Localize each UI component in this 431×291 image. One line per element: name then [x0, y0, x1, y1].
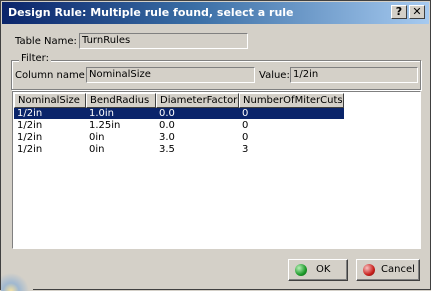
value-label: Value:: [259, 70, 290, 81]
cancel-icon: [363, 264, 375, 276]
column-name-field: NominalSize: [86, 67, 255, 83]
table-cell: 3: [242, 144, 249, 155]
table-cell: 1.25in: [89, 120, 121, 131]
close-button[interactable]: ✕: [409, 5, 425, 19]
column-header-bendradius[interactable]: BendRadius: [86, 93, 156, 108]
table-cell: 0in: [89, 144, 105, 155]
table-cell: 3.5: [159, 144, 175, 155]
table-cell: 1.0in: [89, 108, 115, 119]
table-row[interactable]: 1/2in 0in 3.0 0: [14, 132, 344, 143]
table-cell: 3.0: [159, 132, 175, 143]
column-header-diameterfactor[interactable]: DiameterFactor: [156, 93, 239, 108]
table-row[interactable]: 1/2in 1.25in 0.0 0: [14, 120, 344, 131]
table-row[interactable]: 1/2in 0in 3.5 3: [14, 144, 344, 155]
table-cell: 0in: [89, 132, 105, 143]
ok-label: OK: [316, 264, 331, 275]
table-cell: 1/2in: [17, 144, 43, 155]
design-rule-dialog: Design Rule: Multiple rule found, select…: [0, 0, 431, 291]
table-cell: 1/2in: [17, 120, 43, 131]
table-row[interactable]: 1/2in 1.0in 0.0 0: [14, 108, 344, 119]
ok-button[interactable]: OK: [288, 259, 348, 281]
table-cell: 1/2in: [17, 132, 43, 143]
table-cell: 0.0: [159, 108, 175, 119]
value-field: 1/2in: [290, 67, 418, 83]
catia-logo-decoration: [1, 263, 33, 291]
help-button[interactable]: ?: [391, 5, 407, 19]
column-header-nominalsize[interactable]: NominalSize: [14, 93, 86, 108]
table-cell: 0: [242, 132, 249, 143]
window-title: Design Rule: Multiple rule found, select…: [8, 6, 294, 19]
rules-table[interactable]: NominalSize BendRadius DiameterFactor Nu…: [12, 91, 421, 249]
table-name-label: Table Name:: [15, 36, 77, 47]
column-name-label: Column name:: [15, 70, 89, 81]
table-cell: 0.0: [159, 120, 175, 131]
filter-group-label: Filter:: [19, 53, 51, 64]
column-header-numberofmitercuts[interactable]: NumberOfMiterCuts: [239, 93, 344, 108]
cancel-button[interactable]: Cancel: [356, 259, 420, 281]
cancel-label: Cancel: [381, 264, 415, 275]
table-name-field: TurnRules: [79, 33, 248, 49]
table-cell: 0: [242, 120, 249, 131]
table-cell: 1/2in: [17, 108, 43, 119]
title-bar: Design Rule: Multiple rule found, select…: [2, 2, 429, 24]
table-cell: 0: [242, 108, 249, 119]
ok-icon: [295, 264, 307, 276]
